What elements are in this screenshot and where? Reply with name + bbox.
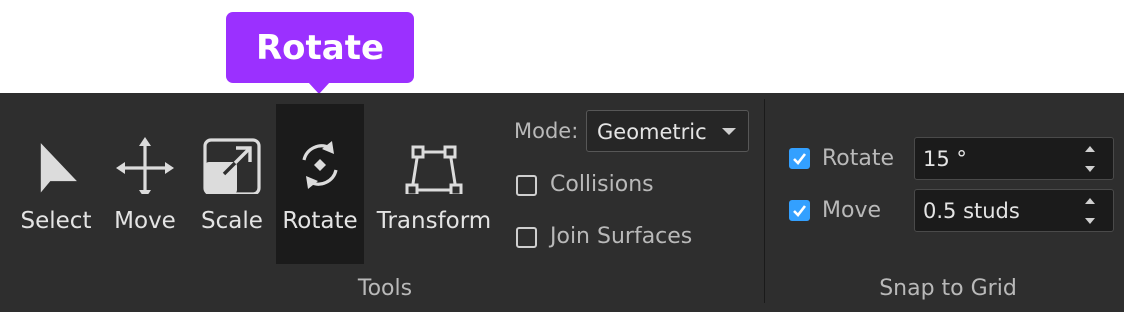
transform-tool-button[interactable]: Transform (374, 104, 494, 264)
cursor-arrow-icon (14, 124, 98, 194)
rotate-tool-label: Rotate (282, 208, 358, 234)
snap-rotate-input[interactable]: 15 ° (914, 137, 1114, 180)
transform-icon (374, 124, 494, 194)
tooltip-text: Rotate (255, 27, 385, 68)
mode-dropdown[interactable]: Geometric (586, 110, 749, 152)
snap-rotate-label: Rotate (822, 146, 895, 171)
scale-icon (190, 124, 274, 194)
scale-tool-button[interactable]: Scale (190, 104, 274, 264)
collisions-label: Collisions (550, 172, 654, 197)
chevron-down-icon (722, 128, 736, 135)
checkmark-icon (793, 153, 807, 165)
tooltip: Rotate (226, 12, 414, 83)
snap-group-label: Snap to Grid (879, 276, 1017, 301)
spinner-arrows-icon[interactable] (1085, 198, 1097, 224)
move-tool-label: Move (114, 208, 176, 234)
select-tool-label: Select (20, 208, 92, 234)
select-tool-button[interactable]: Select (14, 104, 98, 264)
tools-group-label: Tools (357, 276, 413, 301)
mode-value: Geometric (597, 120, 707, 144)
rotate-tool-button[interactable]: Rotate (276, 104, 364, 264)
snap-move-label: Move (822, 198, 881, 223)
transform-tool-label: Transform (376, 208, 492, 234)
checkmark-icon (793, 205, 807, 217)
tools-ribbon: Select Move Scale Rotate Transform Mode:… (0, 93, 1124, 312)
collisions-checkbox[interactable] (516, 175, 537, 196)
join-surfaces-checkbox[interactable] (516, 227, 537, 248)
snap-move-checkbox[interactable] (789, 200, 810, 221)
join-surfaces-label: Join Surfaces (550, 224, 693, 249)
move-tool-button[interactable]: Move (103, 104, 187, 264)
rotate-icon (276, 124, 364, 194)
move-arrows-icon (103, 124, 187, 194)
snap-rotate-checkbox[interactable] (789, 148, 810, 169)
group-divider (764, 99, 765, 303)
spinner-arrows-icon[interactable] (1085, 146, 1097, 172)
scale-tool-label: Scale (201, 208, 263, 234)
mode-label: Mode: (514, 119, 579, 143)
snap-rotate-value: 15 ° (923, 147, 967, 171)
snap-move-value: 0.5 studs (923, 199, 1020, 223)
snap-move-input[interactable]: 0.5 studs (914, 189, 1114, 232)
